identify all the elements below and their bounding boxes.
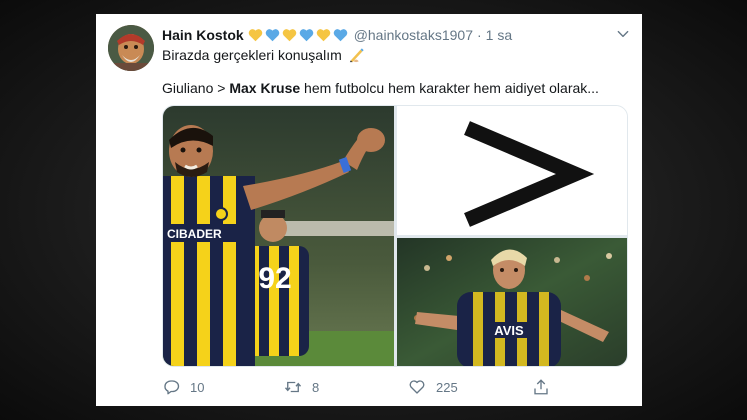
yellow-heart-icon <box>248 29 262 42</box>
blue-heart-icon <box>333 29 347 42</box>
reply-icon <box>164 380 180 395</box>
tweet-actions: 10 8 225 <box>162 378 582 398</box>
share-button[interactable] <box>532 378 560 396</box>
chevron-down-icon[interactable] <box>616 27 630 41</box>
tweet-card[interactable]: Hain Kostok @hainkostaks1907 · 1 sa Bira… <box>96 14 642 406</box>
jersey-number: 92 <box>258 262 291 295</box>
tweet-header: Hain Kostok @hainkostaks1907 · 1 sa <box>162 25 632 45</box>
retweet-icon <box>284 381 302 393</box>
jersey-sponsor: CIBADER <box>167 227 222 241</box>
photo-giuliano[interactable]: 92 CIBADER <box>163 106 394 366</box>
photo-max-kruse[interactable]: AVIS <box>397 238 627 366</box>
retweet-button[interactable]: 8 <box>284 378 319 396</box>
tweet-timestamp[interactable]: 1 sa <box>486 27 512 43</box>
tweet-text-prefix: Giuliano > <box>162 80 230 96</box>
tweet-text: Birazda gerçekleri konuşalım <box>162 47 342 63</box>
separator-dot: · <box>476 27 482 43</box>
avatar[interactable] <box>108 25 154 71</box>
writing-hand-icon <box>349 48 364 63</box>
yellow-heart-icon <box>282 29 296 42</box>
user-handle[interactable]: @hainkostaks1907 <box>354 27 473 43</box>
reply-count: 10 <box>190 379 205 395</box>
reply-button[interactable]: 10 <box>162 378 204 396</box>
blue-heart-icon <box>299 29 313 42</box>
yellow-heart-icon <box>316 29 330 42</box>
jersey-sponsor: AVIS <box>494 323 524 338</box>
tweet-text-suffix: hem futbolcu hem karakter hem aidiyet ol… <box>300 80 599 96</box>
display-name[interactable]: Hain Kostok <box>162 27 244 43</box>
retweet-count: 8 <box>312 379 320 395</box>
greater-than-panel[interactable] <box>397 106 627 235</box>
tweet-text-line2: Giuliano > Max Kruse hem futbolcu hem ka… <box>162 80 599 96</box>
blue-heart-icon <box>265 29 279 42</box>
like-count: 225 <box>436 379 458 395</box>
tweet-text-bold-name: Max Kruse <box>229 80 301 96</box>
heart-icon <box>409 380 425 394</box>
share-icon <box>534 379 548 395</box>
media-grid: 92 CIBADER AVIS <box>162 105 628 367</box>
tweet-text-line1: Birazda gerçekleri konuşalım <box>162 47 366 63</box>
like-button[interactable]: 225 <box>408 378 458 396</box>
